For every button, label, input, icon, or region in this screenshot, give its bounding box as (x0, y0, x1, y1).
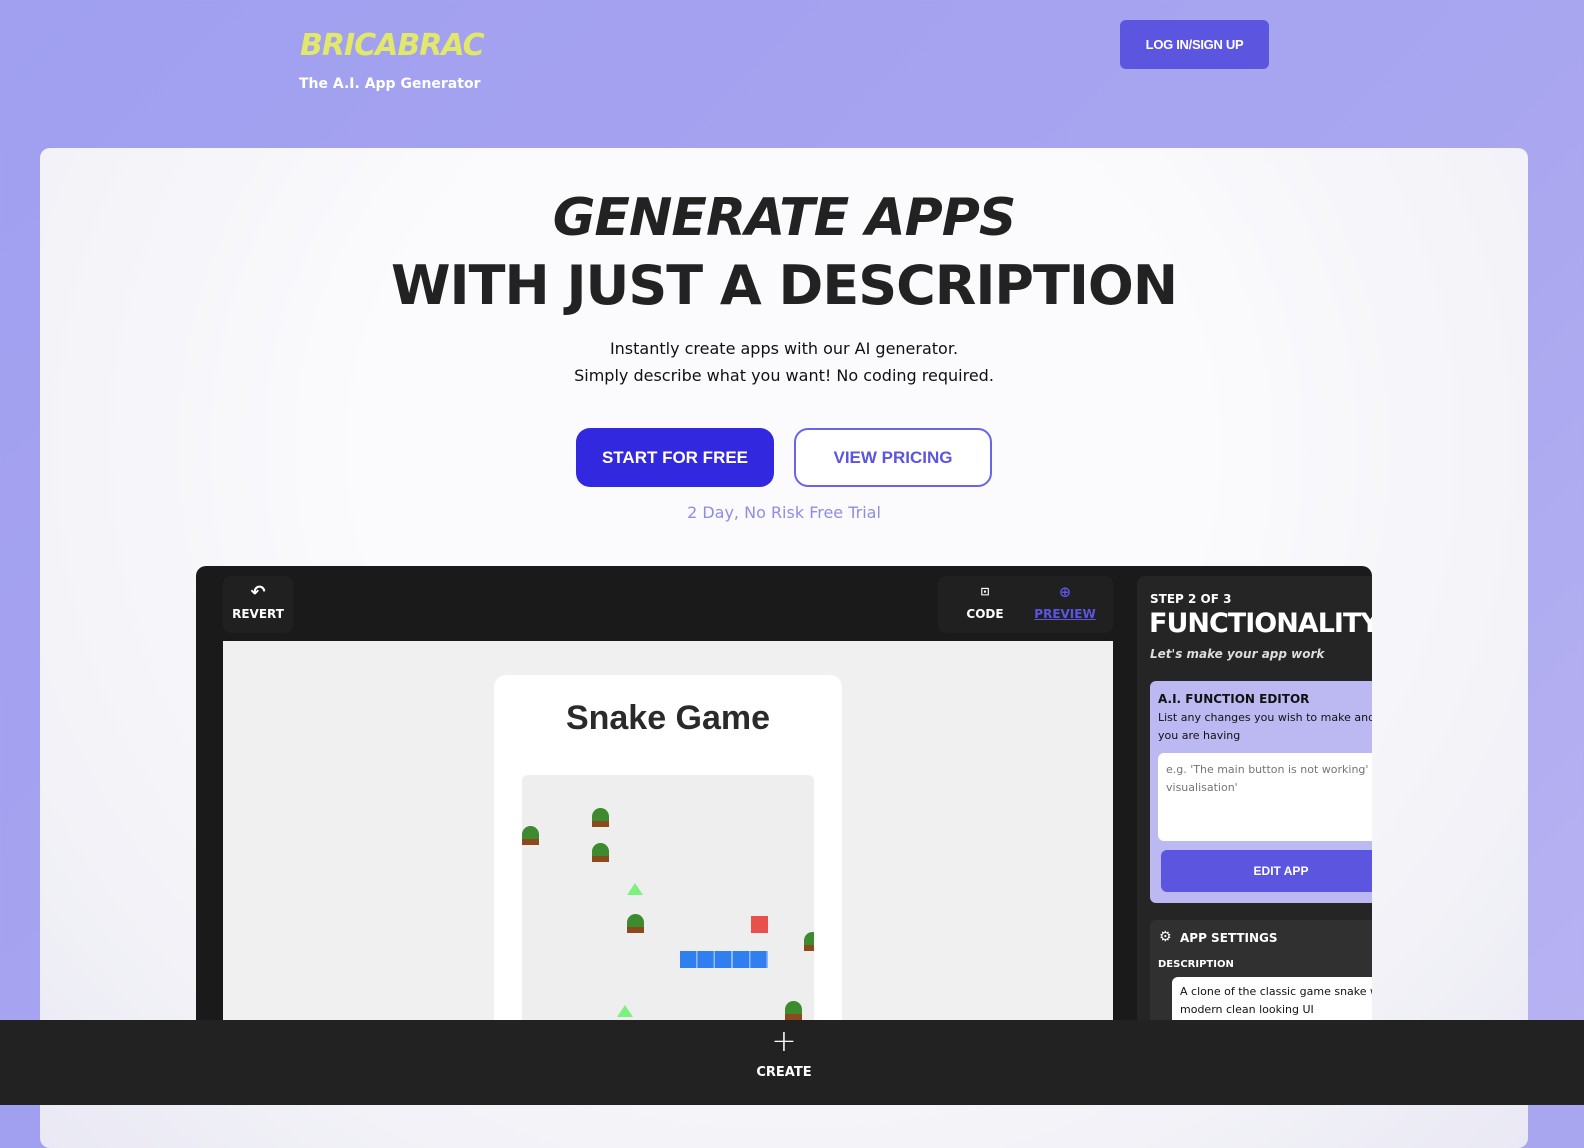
app-editor-mockup: ↶ REVERT ⊡ CODE ⊕ PREVIEW Snake Game STE… (196, 566, 1372, 1026)
tree-icon (627, 914, 644, 933)
logo[interactable]: BRICABRAC (300, 28, 485, 63)
snake (680, 951, 768, 968)
app-settings-title: APP SETTINGS (1180, 931, 1278, 945)
login-signup-button[interactable]: LOG IN/SIGN UP (1120, 20, 1269, 69)
tree-icon (592, 808, 609, 827)
create-button[interactable]: CREATE (0, 1065, 1568, 1080)
app-settings: ⚙ APP SETTINGS DESCRIPTION A clone of th… (1150, 920, 1372, 1026)
tree-icon (522, 826, 539, 845)
ai-change-input[interactable] (1158, 753, 1372, 841)
view-pricing-button[interactable]: VIEW PRICING (794, 428, 992, 487)
plus-icon[interactable]: + (0, 1024, 1568, 1059)
description-label: DESCRIPTION (1158, 959, 1234, 970)
step-subtitle: Let's make your app work (1150, 647, 1325, 661)
view-toggle: ⊡ CODE ⊕ PREVIEW (938, 576, 1113, 633)
hero-title-line2: WITH JUST A DESCRIPTION (390, 254, 1178, 317)
start-for-free-button[interactable]: START FOR FREE (576, 428, 774, 487)
step-indicator: STEP 2 OF 3 (1150, 592, 1232, 606)
snake-game-card: Snake Game (494, 675, 842, 1026)
edit-app-button[interactable]: EDIT APP (1161, 850, 1372, 892)
ai-editor-description: List any changes you wish to make and is… (1158, 711, 1372, 742)
tagline: The A.I. App Generator (299, 76, 481, 92)
tab-code[interactable]: ⊡ CODE (952, 576, 1018, 633)
game-board[interactable] (522, 775, 814, 1026)
bottom-bar: + CREATE (0, 1020, 1584, 1105)
enemy-icon (627, 883, 643, 895)
tree-icon (592, 843, 609, 862)
revert-button[interactable]: ↶ REVERT (223, 576, 293, 633)
tree-icon (804, 932, 814, 951)
ai-function-editor: A.I. FUNCTION EDITOR List any changes yo… (1150, 681, 1372, 903)
trial-note: 2 Day, No Risk Free Trial (687, 503, 881, 522)
hero-subtitle-2: Simply describe what you want! No coding… (574, 366, 994, 385)
revert-label: REVERT (232, 607, 284, 621)
food (751, 916, 768, 933)
hero-title-line1: GENERATE APPS (552, 188, 1017, 248)
preview-pane: Snake Game (223, 641, 1113, 1026)
game-title: Snake Game (565, 699, 771, 737)
tab-preview[interactable]: ⊕ PREVIEW (1028, 576, 1102, 633)
code-label: CODE (966, 607, 1004, 621)
enemy-icon (617, 1005, 633, 1017)
gear-icon: ⚙ (1159, 929, 1172, 945)
preview-label: PREVIEW (1034, 607, 1096, 621)
undo-icon: ↶ (250, 582, 266, 603)
globe-icon: ⊕ (1058, 583, 1072, 601)
description-field[interactable]: A clone of the classic game snake with a… (1172, 977, 1372, 1026)
ai-editor-title: A.I. FUNCTION EDITOR (1158, 692, 1310, 706)
code-icon: ⊡ (980, 585, 990, 598)
hero-subtitle-1: Instantly create apps with our AI genera… (609, 339, 959, 358)
step-title: FUNCTIONALITY (1149, 608, 1372, 639)
sidebar-panel: STEP 2 OF 3 FUNCTIONALITY Let's make you… (1137, 576, 1372, 1026)
tree-icon (785, 1001, 802, 1020)
